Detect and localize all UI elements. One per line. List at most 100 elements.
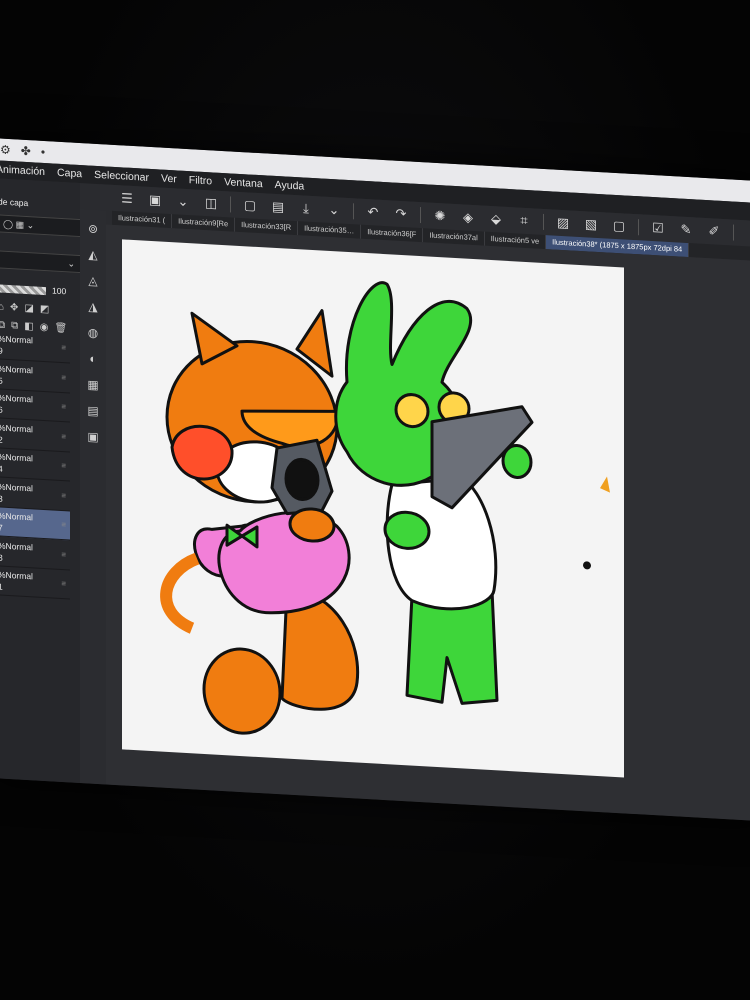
zoom-icon[interactable]: ⊚ <box>84 219 102 238</box>
spinner-icon[interactable]: ✺ <box>431 207 449 226</box>
layer-icon[interactable]: ◭ <box>84 245 102 264</box>
layer-panel: de capa ◯ ▦ ⌄ ⌄ 100 ⌂ ✥ ◪ ◩ ⧉ ⧉ ◧ ◉ 🗑 %N… <box>0 178 82 784</box>
record-icon[interactable]: ◉ <box>40 321 49 332</box>
new-icon[interactable]: ▢ <box>241 196 259 215</box>
tiger-character <box>160 309 360 735</box>
fill-icon[interactable]: ⬙ <box>487 210 505 229</box>
toolbar-divider <box>420 207 421 224</box>
layer-name: 9 <box>0 345 3 356</box>
undo-icon[interactable]: ↶ <box>364 203 382 222</box>
app-window: ⚙ ✤ • Animación Capa Seleccionar Ver Fil… <box>0 138 750 822</box>
bunny-character <box>334 281 534 705</box>
toolbar-divider <box>638 219 639 236</box>
chevron-down-icon[interactable]: ⌄ <box>325 201 343 220</box>
menu-ventana[interactable]: Ventana <box>224 176 263 190</box>
layer-row[interactable]: %Normal 8 ≡ <box>0 536 70 570</box>
gear-icon[interactable]: ⚙ <box>0 143 11 158</box>
tablet-icon[interactable]: ▯ <box>744 224 750 243</box>
opacity-slider[interactable]: 100 <box>0 282 76 298</box>
menu-capa[interactable]: Capa <box>57 167 82 180</box>
pen-icon[interactable]: ✐ <box>705 222 723 241</box>
bunny-arm <box>383 510 431 550</box>
crop-icon[interactable]: ⌗ <box>515 211 533 230</box>
toolbar-divider <box>230 196 231 213</box>
layer-row[interactable]: %Normal 9 ≡ <box>0 330 70 364</box>
drag-handle-icon[interactable]: ≡ <box>61 579 66 588</box>
select-icon[interactable]: ▣ <box>146 191 164 210</box>
checker-icon: ▦ <box>15 219 25 230</box>
opacity-bar[interactable] <box>0 284 46 296</box>
layer-blend-mode: %Normal <box>0 333 33 346</box>
tiger-tail <box>160 552 200 634</box>
trash-icon[interactable]: 🗑 <box>54 322 67 334</box>
mask-alt-icon[interactable]: ▧ <box>582 215 600 234</box>
layer-row[interactable]: %Normal 6 ≡ <box>0 389 70 423</box>
menu-animacion[interactable]: Animación <box>0 163 45 178</box>
layer-blend-mode: %Normal <box>0 392 33 405</box>
save-icon[interactable]: ⤓ <box>297 199 315 218</box>
color-swatch-mark <box>600 476 610 493</box>
layer-name: 2 <box>0 433 3 445</box>
layer-name: 1 <box>0 581 3 592</box>
layer-row[interactable]: %Normal 1 ≡ <box>0 566 70 600</box>
drag-handle-icon[interactable]: ≡ <box>61 520 66 529</box>
layer-blend-mode: %Normal <box>0 569 33 582</box>
open-icon[interactable]: ▤ <box>269 198 287 217</box>
eraser-icon[interactable]: ◮ <box>84 297 102 316</box>
drag-handle-icon[interactable]: ≡ <box>61 343 66 352</box>
move-icon[interactable]: ✥ <box>10 302 18 313</box>
toolbar-divider <box>353 203 354 220</box>
drag-handle-icon[interactable]: ≡ <box>61 431 66 440</box>
tool-strip: ⊚ ◭ ◬ ◮ ◍ ◐ ▦ ▤ ▣ <box>80 209 106 785</box>
drawing-canvas[interactable] <box>122 239 624 778</box>
chevron-down-icon: ⌄ <box>26 220 35 231</box>
layers-icon[interactable]: ◈ <box>459 208 477 227</box>
layer-name: 7 <box>0 522 3 533</box>
layer-name: 3 <box>0 492 3 504</box>
frame-icon[interactable]: ▣ <box>84 427 102 446</box>
chevron-down-icon[interactable]: ⌄ <box>174 192 192 211</box>
drag-handle-icon[interactable]: ≡ <box>61 461 66 470</box>
lock-icon[interactable]: ⌂ <box>0 301 4 312</box>
blend-mode-select[interactable]: ⌄ <box>0 250 82 274</box>
drag-handle-icon[interactable]: ≡ <box>61 549 66 558</box>
layer-row[interactable]: %Normal 5 ≡ <box>0 359 70 393</box>
drop-icon[interactable]: ◐ <box>84 349 102 368</box>
menu-seleccionar[interactable]: Seleccionar <box>94 169 149 184</box>
menu-filtro[interactable]: Filtro <box>189 174 212 187</box>
drag-handle-icon[interactable]: ≡ <box>61 372 66 381</box>
check-pen-icon[interactable]: ☑ <box>649 219 667 238</box>
copy-layer-icon[interactable]: ⧉ <box>11 320 18 331</box>
layer-row[interactable]: %Normal 2 ≡ <box>0 418 70 452</box>
mask-icon[interactable]: ◧ <box>24 320 33 332</box>
menu-ver[interactable]: Ver <box>161 173 177 186</box>
pen-tool-icon[interactable]: ◬ <box>84 271 102 290</box>
layer-blend-mode: %Normal <box>0 539 33 552</box>
menu-ayuda[interactable]: Ayuda <box>275 179 305 193</box>
visibility-icon[interactable]: ◪ <box>24 302 33 314</box>
clip-icon[interactable]: ◩ <box>40 303 49 315</box>
menu-icon[interactable]: ☰ <box>118 189 136 208</box>
layer-blend-mode: %Normal <box>0 451 33 464</box>
new-layer-icon[interactable]: ⧉ <box>0 319 5 330</box>
layer-row[interactable]: %Normal 4 ≡ <box>0 448 70 482</box>
layer-blend-mode: %Normal <box>0 362 33 375</box>
color-icon[interactable]: ◍ <box>84 323 102 342</box>
transform-icon[interactable]: ◫ <box>202 194 220 213</box>
mask-icon[interactable]: ▨ <box>554 214 572 233</box>
redo-icon[interactable]: ↷ <box>392 204 410 223</box>
ink-dot <box>583 561 591 570</box>
bunny-hand <box>501 443 533 479</box>
drag-handle-icon[interactable]: ≡ <box>61 402 66 411</box>
flower-icon[interactable]: ✤ <box>21 144 31 159</box>
layer-row[interactable]: %Normal 3 ≡ <box>0 477 70 511</box>
toolbar-divider <box>543 213 544 230</box>
film-icon[interactable]: ▤ <box>84 401 102 420</box>
layer-property-box[interactable]: ◯ ▦ ⌄ <box>0 214 82 238</box>
drag-handle-icon[interactable]: ≡ <box>61 490 66 499</box>
illustration-artwork <box>160 281 610 735</box>
frame-icon[interactable]: ▢ <box>610 217 628 236</box>
brush-icon[interactable]: ✎ <box>677 220 695 239</box>
layer-row[interactable]: %Normal 7 ≡ <box>0 507 70 541</box>
grid-icon[interactable]: ▦ <box>84 375 102 394</box>
